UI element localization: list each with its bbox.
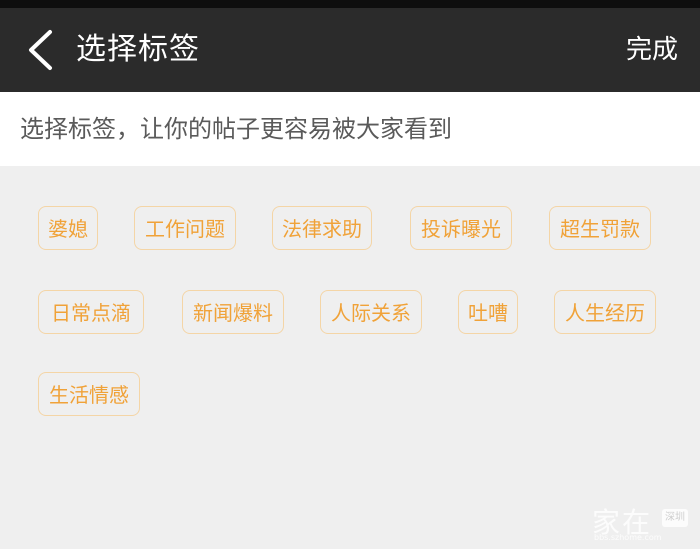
tag-item[interactable]: 新闻爆料	[182, 290, 284, 334]
tag-item[interactable]: 吐嘈	[458, 290, 518, 334]
chevron-left-icon	[29, 30, 52, 70]
tag-item[interactable]: 工作问题	[134, 206, 236, 250]
hint-text: 选择标签，让你的帖子更容易被大家看到	[20, 115, 452, 143]
hint-bar: 选择标签，让你的帖子更容易被大家看到	[0, 92, 700, 166]
tag-item[interactable]: 投诉曝光	[410, 206, 512, 250]
tag-list: 婆媳 工作问题 法律求助 投诉曝光 超生罚款 日常点滴 新闻爆料 人际关系 吐嘈…	[0, 166, 700, 549]
tag-item[interactable]: 生活情感	[38, 372, 140, 416]
tag-item[interactable]: 超生罚款	[549, 206, 651, 250]
tag-item[interactable]: 人际关系	[320, 290, 422, 334]
top-app-bar: 选择标签 完成	[0, 8, 700, 92]
watermark-badge: 深圳	[662, 509, 688, 527]
site-watermark: 家在 深圳 bbs.szhome.com	[592, 501, 692, 543]
tag-item[interactable]: 婆媳	[38, 206, 98, 250]
tag-item[interactable]: 人生经历	[554, 290, 656, 334]
done-button[interactable]: 完成	[626, 8, 678, 92]
tag-item[interactable]: 法律求助	[272, 206, 372, 250]
back-button[interactable]	[22, 28, 58, 72]
watermark-url: bbs.szhome.com	[594, 533, 662, 542]
status-bar-edge	[0, 0, 700, 8]
tag-item[interactable]: 日常点滴	[38, 290, 144, 334]
page-title: 选择标签	[76, 32, 200, 67]
